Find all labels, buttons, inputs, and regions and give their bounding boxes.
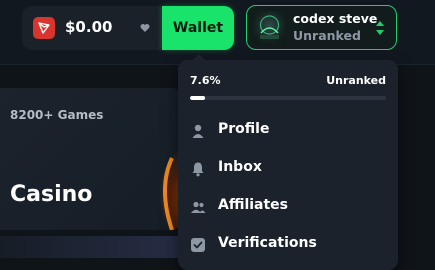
games-count: 8200+ Games [10, 108, 104, 122]
bell-icon [190, 161, 206, 177]
top-bar: $0.00 Wallet codex steve Unranked [0, 0, 435, 65]
users-icon [190, 199, 206, 215]
promo-strip [0, 236, 180, 258]
menu-item-profile[interactable]: Profile [178, 114, 398, 148]
avatar [253, 11, 286, 44]
check-square-icon [190, 237, 206, 253]
user-menu-button[interactable]: codex steve Unranked [246, 5, 397, 50]
tron-token-icon [33, 17, 55, 39]
rank-progress-bar [190, 96, 386, 100]
user-rank: Unranked [293, 28, 361, 43]
user-dropdown-menu: 7.6% Unranked Profile Inbox Affiliates V… [178, 54, 398, 270]
sort-arrows-icon [374, 20, 386, 36]
user-icon [190, 123, 206, 139]
rank-progress-label: Unranked [326, 74, 386, 87]
menu-item-verifications[interactable]: Verifications [178, 228, 398, 262]
username: codex steve [293, 11, 378, 26]
balance-selector[interactable]: $0.00 [22, 6, 162, 50]
menu-item-label: Inbox [218, 159, 262, 175]
rank-progress-fill [190, 96, 205, 100]
balance-amount: $0.00 [65, 18, 113, 36]
casino-card-art [150, 138, 180, 230]
wallet-button[interactable]: Wallet [162, 6, 234, 50]
menu-item-label: Affiliates [218, 197, 289, 213]
menu-item-affiliates[interactable]: Affiliates [178, 190, 398, 224]
casino-title: Casino [10, 182, 93, 207]
menu-item-label: Verifications [218, 235, 317, 251]
casino-card[interactable]: 8200+ Games Casino [0, 88, 180, 230]
dropdown-caret [192, 54, 206, 61]
rank-progress-percent: 7.6% [190, 74, 221, 87]
heart-icon[interactable] [138, 21, 152, 35]
menu-item-label: Profile [218, 121, 270, 137]
menu-item-inbox[interactable]: Inbox [178, 152, 398, 186]
